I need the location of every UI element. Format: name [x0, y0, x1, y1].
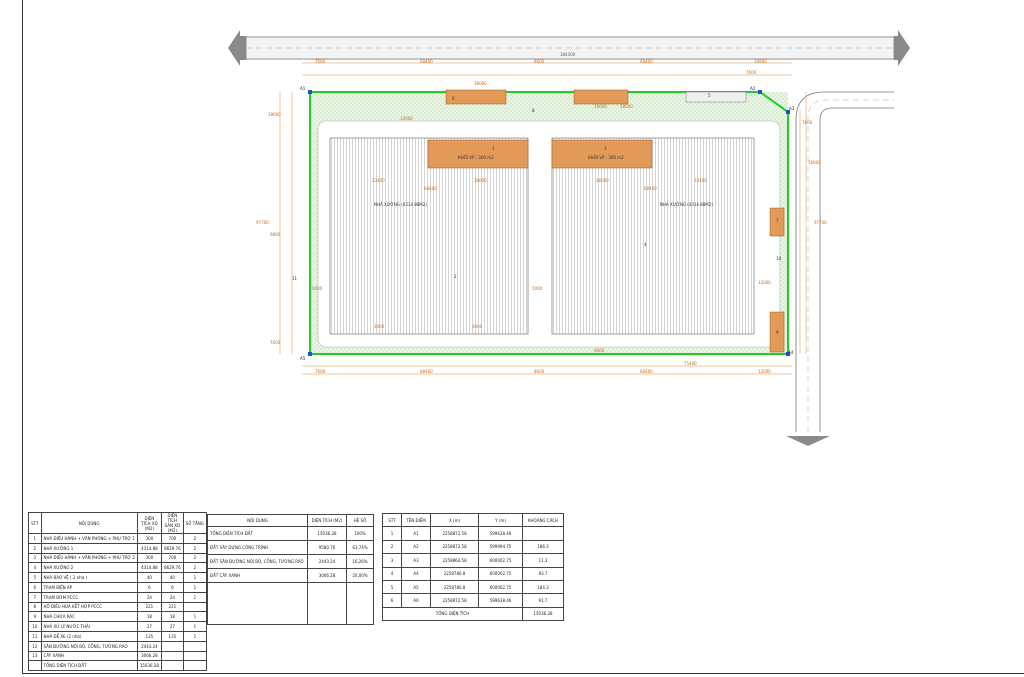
table-row-empty	[207, 582, 374, 625]
items-table: STT NỘI DUNG DIỆN TÍCH XD (M2) DIỆN TÍCH…	[28, 512, 208, 672]
workshop-dim-2: 68400	[644, 186, 657, 191]
item-marker-1: 1	[492, 146, 495, 151]
items-table-header: STT NỘI DUNG DIỆN TÍCH XD (M2) DIỆN TÍCH…	[28, 512, 208, 534]
top-dim-1: 7600	[315, 59, 326, 64]
item-marker-3: 3	[604, 146, 607, 151]
table-row: 1 NHÀ ĐIỀU HÀNH + VĂN PHÒNG + PHỤ TRỢ 1 30…	[28, 533, 208, 544]
table-row: 12 SÂN ĐƯỜNG NỘI BỘ, CỔNG, TƯỜNG RÀO 2443.…	[28, 640, 208, 652]
right-dim-1: 16000	[808, 160, 821, 165]
item-marker-6: 6	[452, 96, 455, 101]
office-label-2: KHỐI VP : 300 m2	[588, 155, 624, 160]
item-marker-8: 8	[532, 108, 535, 113]
workshop-dim-5: 36000	[474, 178, 487, 183]
workshop-dim-6: 36000	[596, 178, 609, 183]
table-row: 5 A5 2258780.8 600002.75 184.3	[382, 579, 564, 595]
inner-dim-3: 18000	[620, 104, 633, 109]
table-row: 11 NHÀ ĐỂ XE (2 nhà) 135 135 1	[28, 630, 208, 642]
bottom-inner-dim: 75400	[684, 361, 697, 366]
land-table-header: NỘI DUNG DIỆN TÍCH (M2) HỆ SỐ	[207, 514, 374, 527]
top-dim-2: 68400	[420, 59, 433, 64]
inner-dim-2: 16000	[594, 104, 607, 109]
table-row: 10 NHÀ XỬ LÝ NƯỚC THẢI 27 27 1	[28, 621, 208, 632]
workshop-label-2: NHÀ XƯỞNG (4314.88M2)	[660, 202, 713, 207]
table-row: 6 TRẠM BIẾN ÁP 6 6 1	[28, 581, 208, 593]
right-dim-3: 7600	[802, 120, 813, 125]
left-dim-1: 18000	[268, 112, 281, 117]
table-row: TỔNG DIỆN TÍCH ĐẤT 15036.28 100%	[207, 526, 374, 541]
coordinates-table: STT TÊN ĐIỂM X (m) Y (m) KHOẢNG CÁCH 1 A1…	[382, 512, 564, 622]
left-dim-4: 7600	[270, 340, 281, 345]
table-total-row: TỔNG DIỆN TÍCH 15036.28	[382, 606, 564, 622]
table-row: 2 NHÀ XƯỞNG 1 4314.88 8629.76 2	[28, 542, 208, 554]
office-label-1: KHỐI VP : 300 m2	[458, 155, 494, 160]
workshop-dim-3: 33400	[372, 178, 385, 183]
table-row: ĐẤT XÂY DỰNG CÔNG TRÌNH 9580.76 63,74%	[207, 540, 374, 555]
top-dim-5: 7600	[746, 70, 757, 75]
table-row: 8 HỒ ĐIỀU HOÀ KẾT HỢP PCCC 221 221	[28, 601, 208, 613]
bottom-dim-2: 68400	[420, 369, 433, 374]
bottom-dim-4: 68400	[640, 369, 653, 374]
table-row: 2 A2 2258872.58 599994.75 186.3	[382, 539, 564, 555]
top-dim-6: 10800	[754, 59, 767, 64]
top-dim-4: 68400	[640, 59, 653, 64]
corner-a3: A3	[789, 106, 795, 111]
item-marker-7: 7	[776, 218, 779, 223]
table-row: 4 A4 2258780.8 600002.75 83.7	[382, 566, 564, 581]
bottom-dim-3: 8600	[534, 369, 545, 374]
table-row: 7 TRẠM BƠM PCCC 24 24 1	[28, 591, 208, 603]
right-dim-2: 97700	[814, 220, 827, 225]
table-row: 1 A1 2258872.58 599638.46	[382, 526, 564, 541]
table-row: 3 NHÀ ĐIỀU HÀNH + VĂN PHÒNG + PHỤ TRỢ 2 30…	[28, 552, 208, 564]
land-use-table: NỘI DUNG DIỆN TÍCH (M2) HỆ SỐ TỔNG DIỆN …	[207, 514, 374, 625]
misc-dim-2: 5000	[532, 286, 543, 291]
inner-dim-1: 36000	[474, 81, 487, 86]
table-row: 3 A3 2258864.58 600002.75 11.3	[382, 553, 564, 568]
coords-table-header: STT TÊN ĐIỂM X (m) Y (m) KHOẢNG CÁCH	[382, 512, 564, 528]
plan-labels: 184300 7600 68400 8600 68400 7600 10800 …	[0, 0, 1024, 500]
corner-a2: A2	[750, 86, 756, 91]
table-row: 4 NHÀ XƯỞNG 2 4314.88 8629.76 2	[28, 562, 208, 574]
right-dim-4: 12000	[758, 280, 771, 285]
left-dim-2: 97700	[256, 220, 269, 225]
corner-a1: A1	[300, 86, 306, 91]
misc-dim-3: 10000	[400, 116, 413, 121]
table-row: 9 NHÀ CHỨA RÁC 18 18 1	[28, 611, 208, 623]
misc-dim-4: 3000	[374, 324, 385, 329]
table-row: 5 NHÀ BẢO VỆ ( 2 nhà ) 40 40 1	[28, 572, 208, 583]
item-marker-5: 5	[708, 93, 711, 98]
bottom-dim-5: 12000	[758, 369, 771, 374]
workshop-dim-1: 68400	[424, 186, 437, 191]
workshop-dim-4: 33400	[694, 178, 707, 183]
left-dim-3: 9800	[270, 232, 281, 237]
corner-a4: A4	[788, 350, 794, 355]
table-row: 13 CÂY XANH 3066.28	[28, 650, 208, 662]
top-dim-3: 8600	[534, 59, 545, 64]
item-marker-2: 2	[454, 274, 457, 279]
table-row: 6 A6 2258872.58 599638.46 91.7	[382, 593, 564, 608]
corner-a5: A5	[300, 356, 306, 361]
table-row: TỔNG DIỆN TÍCH ĐẤT 15036.28	[28, 660, 208, 672]
misc-dim-1: 5000	[312, 286, 323, 291]
item-marker-10: 10	[776, 256, 782, 261]
misc-dim-6: 6600	[594, 348, 605, 353]
item-marker-11: 11	[292, 276, 298, 281]
item-marker-4: 4	[644, 242, 647, 247]
table-row: ĐẤT CÂY XANH 3006.28 20,00%	[207, 568, 374, 583]
misc-dim-5: 3600	[472, 324, 483, 329]
workshop-label-1: NHÀ XƯỞNG (4314.88M2)	[374, 202, 427, 207]
item-marker-9: 9	[776, 330, 779, 335]
total-dim: 184300	[560, 52, 576, 57]
table-row: ĐẤT SÂN ĐƯỜNG NỘI BỘ, CỔNG, TƯỜNG RÀO 244…	[207, 554, 374, 569]
bottom-dim-1: 7600	[315, 369, 326, 374]
